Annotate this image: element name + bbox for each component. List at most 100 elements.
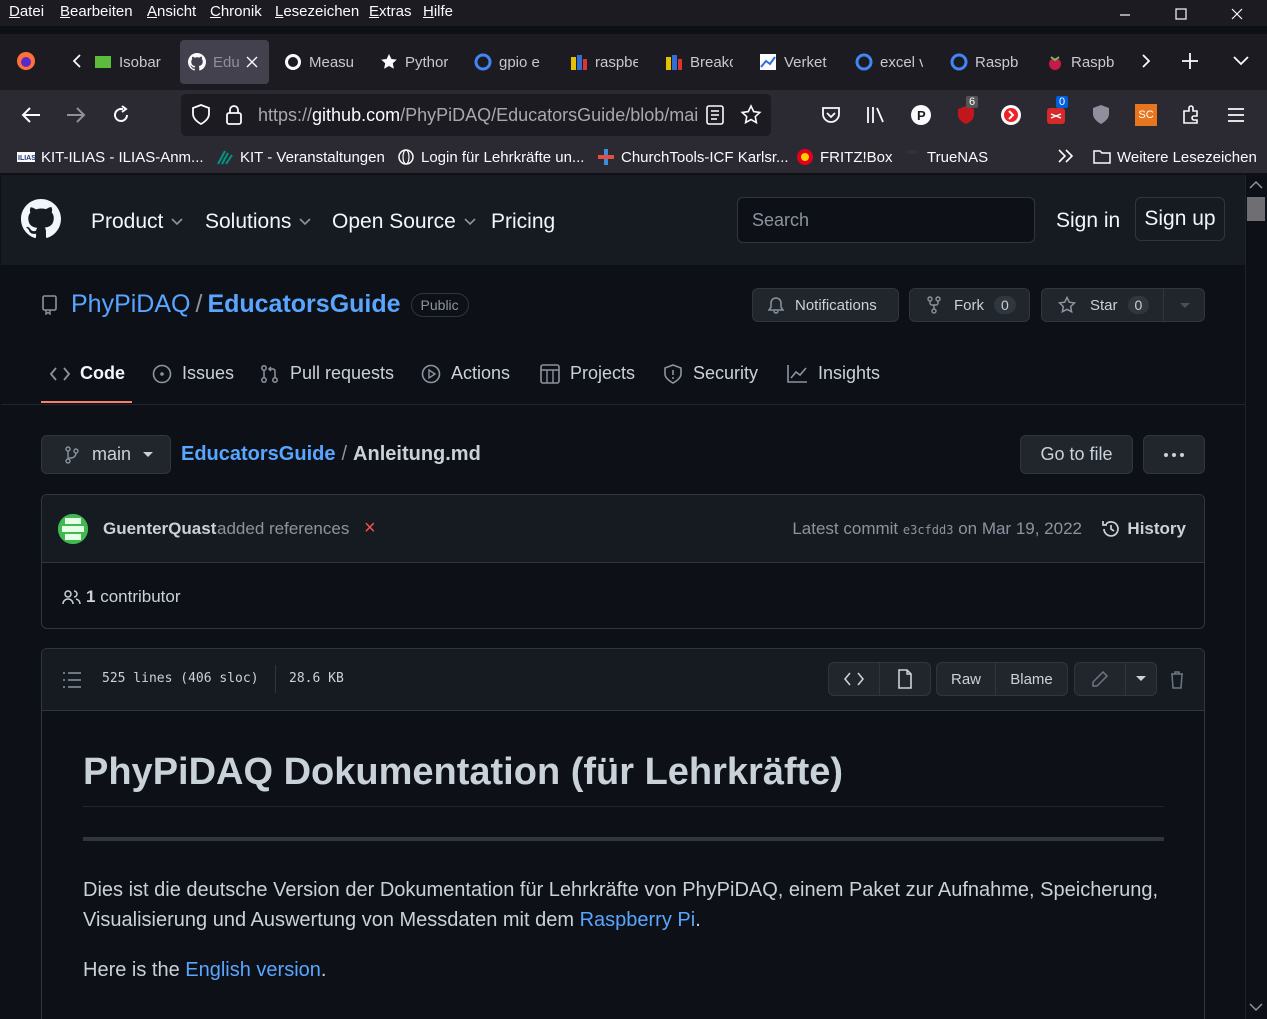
bookmark-kit-ilias[interactable]: ILIAS KIT-ILIAS - ILIAS-Anm...	[17, 148, 204, 166]
tab-issues[interactable]: Issues	[152, 363, 234, 384]
new-tab-icon[interactable]	[1179, 50, 1201, 72]
sign-in-link[interactable]: Sign in	[1056, 209, 1120, 233]
reload-icon[interactable]	[109, 103, 133, 127]
edit-file-button[interactable]	[1074, 662, 1126, 696]
more-options-button[interactable]	[1143, 435, 1205, 474]
gray-shield-icon[interactable]	[1089, 103, 1113, 127]
star-dropdown-icon[interactable]	[1180, 303, 1190, 309]
commit-message[interactable]: added references	[217, 519, 349, 539]
nav-solutions[interactable]: Solutions	[205, 210, 311, 234]
extensions-icon[interactable]	[1179, 103, 1203, 127]
tab-raspberry-pi[interactable]: Raspb	[1046, 40, 1114, 84]
tab-actions[interactable]: Actions	[421, 363, 510, 384]
history-link[interactable]: History	[1101, 519, 1186, 539]
nav-product[interactable]: Product	[91, 210, 183, 234]
blame-button[interactable]: Blame	[995, 662, 1068, 696]
menu-datei[interactable]: Datei	[9, 3, 44, 20]
firefox-view-icon[interactable]	[15, 50, 37, 72]
p-extension-icon[interactable]: P	[909, 103, 933, 127]
pocket-icon[interactable]	[819, 103, 843, 127]
page-scrollbar[interactable]	[1245, 175, 1267, 1019]
branch-select-button[interactable]: main	[41, 435, 171, 474]
display-source-button[interactable]	[828, 662, 880, 696]
sign-up-button[interactable]: Sign up	[1135, 197, 1225, 241]
search-input[interactable]: Search	[737, 197, 1035, 243]
menu-hilfe[interactable]: Hilfe	[423, 3, 453, 20]
bookmark-login-lehrkraefte[interactable]: Login für Lehrkräfte un...	[397, 148, 584, 166]
navigation-bar: https://github.com/PhyPiDAQ/EducatorsGui…	[0, 90, 1267, 140]
tab-raspberry-search[interactable]: Raspb	[950, 40, 1018, 84]
raspberry-pi-link[interactable]: Raspberry Pi	[580, 909, 696, 931]
scrollbar-thumb[interactable]	[1247, 197, 1265, 221]
readme-title: PhyPiDAQ Dokumentation (für Lehrkräfte)	[83, 751, 1164, 807]
menu-ansicht[interactable]: Ansicht	[147, 3, 196, 20]
red-circle-extension-icon[interactable]	[999, 103, 1023, 127]
star-button[interactable]: Star 0	[1041, 288, 1205, 322]
forward-icon[interactable]	[64, 103, 88, 127]
tab-pull-requests[interactable]: Pull requests	[260, 363, 394, 384]
avatar[interactable]	[58, 514, 88, 544]
tabs-scroll-left-icon[interactable]	[66, 50, 88, 72]
bookmark-churchtools[interactable]: ChurchTools-ICF Karlsr...	[597, 148, 789, 166]
tab-gpio[interactable]: gpio e	[474, 40, 544, 84]
close-window-icon[interactable]	[1222, 4, 1252, 24]
tab-security[interactable]: Security	[663, 363, 758, 384]
ublock-icon[interactable]: 6	[954, 96, 979, 127]
red-extension-icon[interactable]: 0	[1044, 96, 1069, 127]
notifications-button[interactable]: Notifications	[752, 288, 899, 322]
more-bookmarks-icon[interactable]	[1057, 148, 1075, 164]
list-tabs-icon[interactable]	[1230, 50, 1252, 72]
failed-status-icon[interactable]: ×	[364, 517, 376, 540]
contributors-info[interactable]: 1 contributor	[62, 587, 181, 607]
commit-sha[interactable]: e3cfdd3	[903, 523, 954, 537]
tab-verkettung[interactable]: Verket	[759, 40, 827, 84]
nav-pricing[interactable]: Pricing	[491, 210, 555, 234]
maximize-icon[interactable]	[1166, 4, 1196, 24]
url-bar[interactable]: https://github.com/PhyPiDAQ/EducatorsGui…	[181, 94, 771, 136]
bookmark-fritzbox[interactable]: FRITZ!Box	[796, 148, 893, 166]
outline-list-icon[interactable]	[62, 671, 82, 689]
fork-button[interactable]: Fork 0	[909, 288, 1030, 322]
lock-icon[interactable]	[225, 104, 243, 126]
menu-bearbeiten[interactable]: Bearbeiten	[60, 3, 133, 20]
menu-lesezeichen[interactable]: Lesezeichen	[275, 3, 359, 20]
nav-open-source[interactable]: Open Source	[332, 210, 476, 234]
tab-isobar[interactable]: Isobar	[94, 40, 166, 84]
tab-projects[interactable]: Projects	[540, 363, 635, 384]
tab-raspberry[interactable]: raspbe	[570, 40, 638, 84]
minimize-icon[interactable]	[1110, 4, 1140, 24]
url-text[interactable]: https://github.com/PhyPiDAQ/EducatorsGui…	[258, 105, 698, 126]
bookmark-star-icon[interactable]	[740, 104, 762, 126]
tab-excel[interactable]: excel v	[855, 40, 923, 84]
bookmark-truenas[interactable]: TrueNAS	[903, 148, 988, 166]
commit-author-link[interactable]: GuenterQuast	[103, 519, 216, 539]
bookmark-kit-veranstaltungen[interactable]: KIT - Veranstaltungen	[216, 148, 385, 166]
tab-educatorsguide[interactable]: Edu	[180, 40, 269, 84]
repo-owner-link[interactable]: PhyPiDAQ	[71, 290, 190, 319]
bookmark-weitere-lesezeichen[interactable]: Weitere Lesezeichen	[1093, 148, 1257, 166]
reader-view-icon[interactable]	[706, 105, 724, 125]
sc-extension-icon[interactable]: SC	[1134, 103, 1158, 127]
edit-dropdown-button[interactable]	[1125, 662, 1157, 696]
close-tab-icon[interactable]	[246, 56, 258, 68]
display-rendered-button[interactable]	[879, 662, 931, 696]
library-icon[interactable]	[864, 103, 888, 127]
menu-chronik[interactable]: Chronik	[210, 3, 262, 20]
trash-icon[interactable]	[1169, 670, 1185, 690]
tab-insights[interactable]: Insights	[786, 363, 880, 384]
tab-python[interactable]: Pythor	[380, 40, 448, 84]
back-icon[interactable]	[19, 103, 43, 127]
tabs-scroll-right-icon[interactable]	[1135, 50, 1157, 72]
repo-name-link[interactable]: EducatorsGuide	[207, 290, 400, 319]
raw-button[interactable]: Raw	[936, 662, 996, 696]
tab-breakout[interactable]: Breako	[665, 40, 733, 84]
shield-icon[interactable]	[191, 104, 211, 126]
menu-extras[interactable]: Extras	[369, 3, 412, 20]
hamburger-menu-icon[interactable]	[1224, 103, 1248, 127]
tab-code[interactable]: Code	[50, 363, 125, 384]
github-logo-icon[interactable]	[21, 199, 61, 239]
english-version-link[interactable]: English version	[185, 959, 321, 981]
go-to-file-button[interactable]: Go to file	[1020, 435, 1133, 474]
breadcrumb-repo-link[interactable]: EducatorsGuide	[181, 443, 335, 466]
tab-measure[interactable]: Measu	[284, 40, 354, 84]
